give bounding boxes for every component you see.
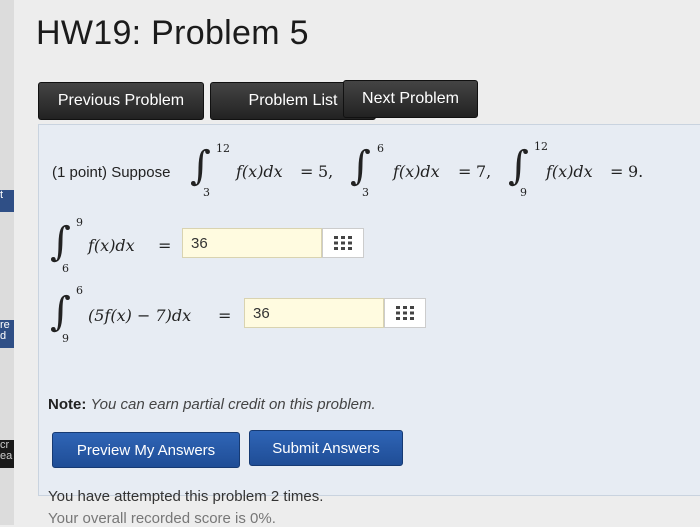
problem-intro: (1 point) Suppose bbox=[52, 164, 171, 181]
integral-sign: ∫ bbox=[50, 219, 71, 265]
lower-limit: 6 bbox=[62, 262, 69, 275]
equals-sign: = bbox=[218, 306, 232, 325]
integral-sign: ∫ bbox=[190, 143, 211, 189]
equals-sign: = bbox=[610, 162, 624, 181]
sidebar-tab-3[interactable]: cr ea bbox=[0, 440, 14, 468]
answer-field-2[interactable]: 36 bbox=[244, 298, 384, 328]
preview-answers-button[interactable]: Preview My Answers bbox=[52, 432, 240, 468]
integrand: f(x)dx bbox=[546, 162, 593, 181]
integrand: f(x)dx bbox=[236, 162, 283, 181]
given-value: 7, bbox=[476, 162, 492, 181]
matrix-entry-button-2[interactable] bbox=[384, 298, 426, 328]
lower-limit: 9 bbox=[62, 332, 69, 345]
integral-sign: ∫ bbox=[508, 143, 529, 189]
note-text: You can earn partial credit on this prob… bbox=[90, 396, 376, 413]
upper-limit: 9 bbox=[76, 216, 83, 229]
upper-limit: 6 bbox=[76, 284, 83, 297]
equals-sign: = bbox=[158, 236, 172, 255]
submit-answers-button[interactable]: Submit Answers bbox=[249, 430, 403, 466]
upper-limit: 12 bbox=[216, 142, 230, 155]
upper-limit: 6 bbox=[377, 142, 384, 155]
integrand: (5f(x) − 7)dx bbox=[88, 306, 192, 325]
partial-credit-note: Note: You can earn partial credit on thi… bbox=[48, 396, 376, 413]
answer-field-1[interactable]: 36 bbox=[182, 228, 322, 258]
integrand: f(x)dx bbox=[393, 162, 440, 181]
lower-limit: 9 bbox=[520, 186, 527, 199]
attempts-status: You have attempted this problem 2 times. bbox=[48, 488, 324, 505]
integral-sign: ∫ bbox=[50, 289, 71, 335]
integral-sign: ∫ bbox=[350, 143, 371, 189]
previous-problem-button[interactable]: Previous Problem bbox=[38, 82, 204, 120]
given-value: 9. bbox=[628, 162, 644, 181]
equals-sign: = bbox=[300, 162, 314, 181]
grid-icon bbox=[396, 306, 414, 320]
sidebar-tab-1[interactable]: t bbox=[0, 190, 14, 212]
upper-limit: 12 bbox=[534, 140, 548, 153]
grid-icon bbox=[334, 236, 352, 250]
integrand: f(x)dx bbox=[88, 236, 135, 255]
matrix-entry-button-1[interactable] bbox=[322, 228, 364, 258]
given-value: 5, bbox=[318, 162, 334, 181]
note-label: Note: bbox=[48, 396, 87, 413]
next-problem-button[interactable]: Next Problem bbox=[343, 80, 478, 118]
sidebar-tab-2[interactable]: re d bbox=[0, 320, 14, 348]
equals-sign: = bbox=[458, 162, 472, 181]
lower-limit: 3 bbox=[362, 186, 369, 199]
score-status: Your overall recorded score is 0%. bbox=[48, 510, 276, 527]
lower-limit: 3 bbox=[203, 186, 210, 199]
page-title: HW19: Problem 5 bbox=[36, 14, 309, 52]
